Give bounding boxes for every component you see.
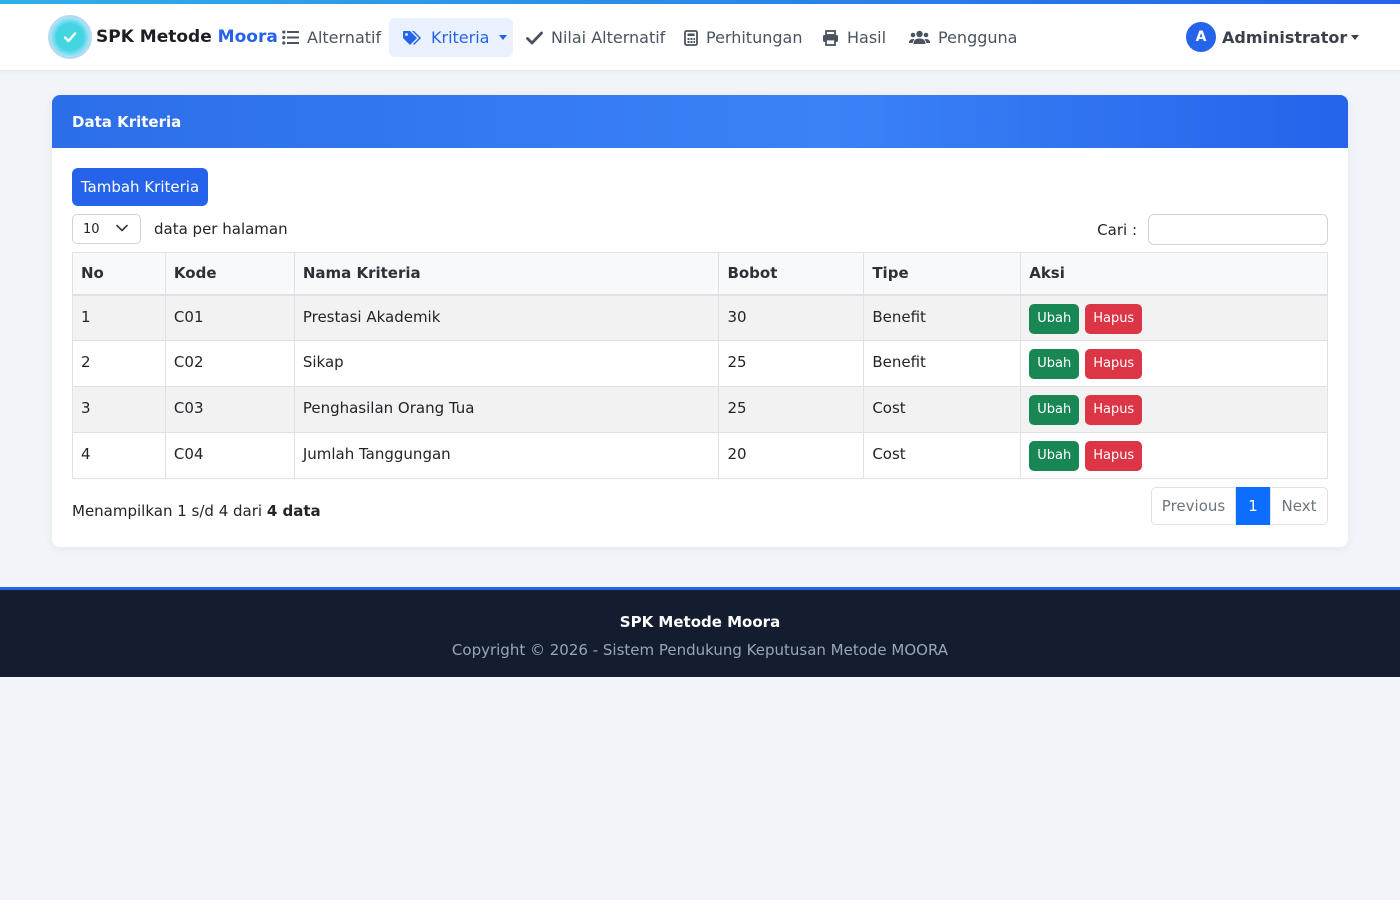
cell-tipe: Benefit [863,340,1022,387]
pagination-next[interactable]: Next [1270,487,1328,525]
search-label: Cari : [1097,220,1137,239]
user-menu[interactable]: A Administrator [1186,22,1360,52]
cell-nama-kriteria: Penghasilan Orang Tua [293,386,720,433]
cell-nama-kriteria: Sikap [293,340,720,387]
nav-item-nilai-alternatif[interactable]: Nilai Alternatif [526,18,665,57]
cell-aksi: Ubah Hapus [1020,432,1328,479]
delete-button[interactable]: Hapus [1085,441,1143,471]
column-header-no[interactable]: No [72,252,166,296]
edit-button[interactable]: Ubah [1029,441,1080,471]
nav-item-pengguna[interactable]: Pengguna [909,18,1017,57]
cell-no: 1 [72,294,166,341]
chevron-down-icon [499,35,508,40]
brand[interactable]: SPK Metode Moora [48,15,278,59]
pagination-page-1[interactable]: 1 [1236,487,1270,525]
page-length-control: 10 data per halaman [72,214,288,244]
cell-no: 3 [72,386,166,433]
pagination-previous[interactable]: Previous [1151,487,1236,525]
cell-tipe: Cost [863,432,1022,479]
printer-icon [823,29,838,46]
nav-label-nilai-alternatif: Nilai Alternatif [551,28,666,47]
page-length-label: data per halaman [154,220,288,238]
footer-title: SPK Metode Moora [619,613,781,631]
table-row: 4 C04 Jumlah Tanggungan 20 Cost Ubah Hapu… [72,432,1328,479]
brand-name: SPK Metode Moora [96,27,278,47]
cell-tipe: Cost [863,386,1022,433]
cell-no: 4 [72,432,166,479]
search-input[interactable] [1148,214,1328,245]
edit-button[interactable]: Ubah [1029,395,1080,425]
delete-button[interactable]: Hapus [1085,349,1143,379]
navbar: SPK Metode Moora Alternatif Kriteria Nil… [0,4,1400,71]
kriteria-card: Data Kriteria Tambah Kriteria 10 data pe… [52,95,1348,547]
search-control: Cari : [1097,214,1328,245]
table-header-row: No Kode Nama Kriteria Bobot Tipe Aksi [72,252,1328,296]
cell-kode: C03 [164,386,295,433]
cell-kode: C02 [164,340,295,387]
edit-button[interactable]: Ubah [1029,303,1080,334]
nav-item-kriteria[interactable]: Kriteria [389,18,513,57]
nav-label-hasil: Hasil [847,28,887,47]
add-kriteria-button[interactable]: Tambah Kriteria [72,168,208,206]
cell-aksi: Ubah Hapus [1020,340,1328,387]
nav-label-pengguna: Pengguna [938,28,1018,47]
cell-bobot: 30 [718,294,865,341]
cell-no: 2 [72,340,166,387]
brand-name-prefix: SPK Metode [96,27,218,47]
column-header-kode[interactable]: Kode [164,252,295,296]
users-icon [909,30,930,44]
column-header-tipe[interactable]: Tipe [863,252,1022,296]
nav-item-perhitungan[interactable]: Perhitungan [684,18,802,57]
check-icon [526,31,543,44]
delete-button[interactable]: Hapus [1085,303,1143,334]
list-icon [282,30,299,45]
nav-item-alternatif[interactable]: Alternatif [282,18,381,57]
column-header-bobot[interactable]: Bobot [718,252,865,296]
brand-name-accent: Moora [217,27,278,47]
cell-tipe: Benefit [863,294,1022,341]
avatar: A [1186,22,1216,52]
cell-kode: C04 [164,432,295,479]
table-info-total: 4 data [266,502,321,520]
delete-button[interactable]: Hapus [1085,395,1143,425]
user-name: Administrator [1222,27,1348,47]
nav-label-perhitungan: Perhitungan [706,28,803,47]
table-info: Menampilkan 1 s/d 4 dari 4 data [72,502,321,520]
cell-aksi: Ubah Hapus [1020,386,1328,433]
calculator-icon [684,29,698,46]
footer: SPK Metode Moora Copyright © 2026 - Sist… [0,587,1400,677]
table-row: 1 C01 Prestasi Akademik 30 Benefit Ubah H… [72,294,1328,341]
chevron-down-icon [116,224,128,232]
cell-bobot: 20 [718,432,865,479]
cell-nama-kriteria: Prestasi Akademik [293,294,720,341]
nav-label-kriteria: Kriteria [431,28,490,47]
chevron-down-icon [1351,34,1360,40]
edit-button[interactable]: Ubah [1029,349,1080,379]
table-info-prefix: Menampilkan 1 s/d 4 dari [72,502,267,520]
brand-logo-icon [48,15,92,59]
nav-label-alternatif: Alternatif [307,28,382,47]
cell-bobot: 25 [718,386,865,433]
pagination: Previous 1 Next [1151,487,1328,525]
cell-aksi: Ubah Hapus [1020,294,1328,341]
footer-copyright: Copyright © 2026 - Sistem Pendukung Kepu… [451,641,949,659]
column-header-aksi[interactable]: Aksi [1020,252,1328,296]
tags-icon [403,30,421,45]
cell-nama-kriteria: Jumlah Tanggungan [293,432,720,479]
page-length-value: 10 [83,221,100,237]
table-row: 3 C03 Penghasilan Orang Tua 25 Cost Ubah… [72,386,1328,433]
nav-item-hasil[interactable]: Hasil [822,18,886,57]
cell-bobot: 25 [718,340,865,387]
kriteria-table: No Kode Nama Kriteria Bobot Tipe Aksi 1 … [72,252,1328,479]
cell-kode: C01 [164,294,295,341]
table-row: 2 C02 Sikap 25 Benefit Ubah Hapus [72,340,1328,387]
card-title: Data Kriteria [52,95,1348,148]
column-header-nama-kriteria[interactable]: Nama Kriteria [293,252,720,296]
page-length-select[interactable]: 10 [72,214,141,244]
